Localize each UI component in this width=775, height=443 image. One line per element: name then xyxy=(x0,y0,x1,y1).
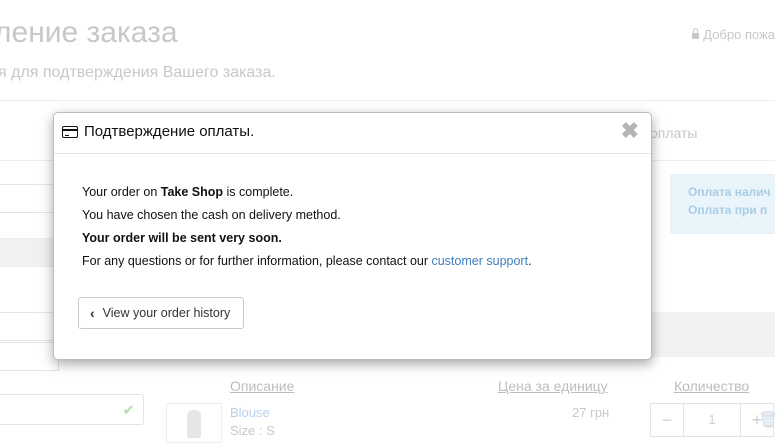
order-history-button[interactable]: ‹ View your order history xyxy=(78,297,245,329)
support-suffix: . xyxy=(528,254,532,268)
modal-body: Your order on Take Shop is complete. You… xyxy=(82,181,532,273)
customer-support-link[interactable]: customer support xyxy=(431,254,528,268)
order-complete-prefix: Your order on xyxy=(82,185,161,199)
chevron-left-icon: ‹ xyxy=(90,305,95,321)
modal-title: Подтверждение оплаты. xyxy=(84,123,255,140)
order-history-label: View your order history xyxy=(102,306,231,320)
modal-header: Подтверждение оплаты. ✖ xyxy=(54,113,651,154)
shipping-notice: Your order will be sent very soon. xyxy=(82,227,532,250)
order-complete-suffix: is complete. xyxy=(223,185,294,199)
close-icon[interactable]: ✖ xyxy=(621,120,639,142)
support-text: For any questions or for further informa… xyxy=(82,250,532,273)
payment-confirmation-modal: Подтверждение оплаты. ✖ Your order on Ta… xyxy=(53,112,652,360)
credit-card-icon xyxy=(62,126,78,138)
shipping-notice-text: Your order will be sent very soon. xyxy=(82,231,282,245)
shop-name: Take Shop xyxy=(160,185,224,199)
payment-method-text: You have chosen the cash on delivery met… xyxy=(82,208,341,222)
support-prefix: For any questions or for further informa… xyxy=(82,254,432,268)
order-complete-text: Your order on Take Shop is complete. xyxy=(82,181,532,204)
